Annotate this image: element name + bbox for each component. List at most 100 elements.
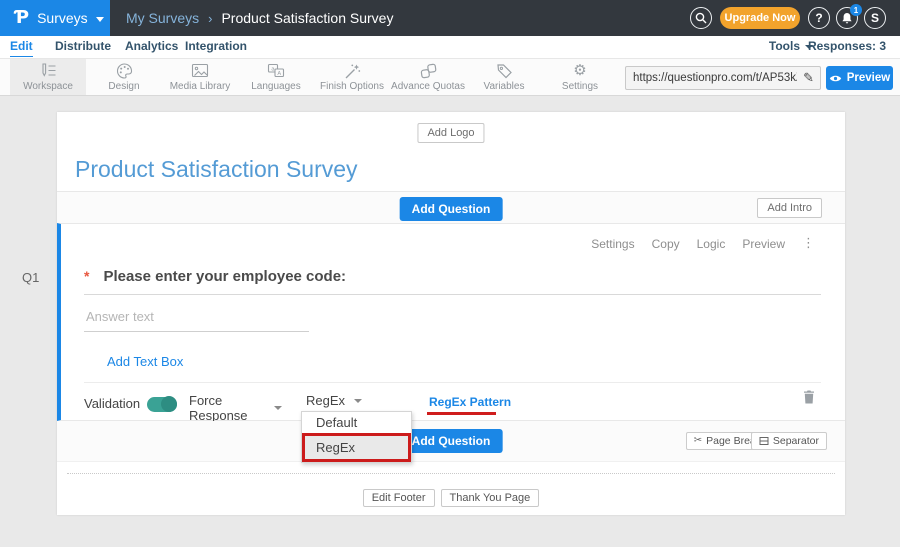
question-number: Q1 [22,270,39,285]
help-button[interactable]: ? [808,7,830,29]
toolbar-label: Finish Options [320,81,384,92]
tag-icon [496,63,513,79]
toggle-knob [161,396,177,412]
search-icon [695,12,707,24]
tab-distribute[interactable]: Distribute [55,39,111,56]
preview-button[interactable]: Preview [826,66,893,90]
help-icon: ? [815,11,822,25]
toolbar-item-finish-options[interactable]: Finish Options [314,59,390,95]
survey-subnav: Edit Distribute Analytics Integration To… [0,36,900,58]
toolbar-item-languages[interactable]: aA Languages [238,59,314,95]
translate-icon: aA [267,63,285,79]
toolbar-label: Design [108,81,139,92]
preview-label: Preview [847,72,890,84]
avatar-initial: S [871,11,879,25]
toolbar-item-workspace[interactable]: Workspace [10,59,86,95]
question-copy-link[interactable]: Copy [652,237,680,251]
menu-option-regex[interactable]: RegEx [302,433,411,462]
question-actions: Settings Copy Logic Preview ⋮ [591,236,815,251]
svg-text:a: a [271,66,274,72]
toolbar-label: Workspace [23,81,73,92]
image-icon [191,63,209,79]
question-text[interactable]: Please enter your employee code: [103,268,346,285]
scissors-icon: ✂ [694,436,702,446]
menu-option-default[interactable]: Default [302,412,411,433]
responses-link[interactable]: Responses: 3 [808,39,886,53]
separator-icon [759,436,769,446]
product-menu-label: Surveys [37,10,88,26]
breadcrumb-my-surveys[interactable]: My Surveys [126,10,199,26]
palette-icon [116,63,133,79]
breadcrumb-current-survey: Product Satisfaction Survey [221,10,393,26]
workspace-icon [39,63,57,79]
tab-analytics[interactable]: Analytics [125,39,178,56]
add-question-button[interactable]: Add Question [400,429,503,453]
app-logo-menu[interactable]: Ƥ Surveys [0,0,110,36]
chevron-down-icon [274,406,282,410]
toolbar-label: Advance Quotas [391,81,465,92]
thank-you-page-button[interactable]: Thank You Page [441,489,540,507]
regex-pattern-link[interactable]: RegEx Pattern [429,395,511,409]
survey-url-value: https://questionpro.com/t/AP53kZgUI [626,72,797,84]
add-question-button[interactable]: Add Question [400,197,503,221]
add-text-box-link[interactable]: Add Text Box [107,354,183,369]
separator-button[interactable]: Separator [751,432,827,450]
toolbar-item-settings[interactable]: ⚙ Settings [542,59,618,95]
question-preview-link[interactable]: Preview [742,237,785,251]
notification-badge: 1 [850,4,862,16]
tab-integration[interactable]: Integration [185,39,247,56]
question-block-q1: Settings Copy Logic Preview ⋮ * Please e… [57,223,845,421]
footer-buttons: Edit Footer Thank You Page [57,489,845,507]
answer-input-underline [84,331,309,332]
force-response-value: Force Response [189,393,265,423]
validation-type-menu: Default RegEx [301,411,412,463]
answer-text-input[interactable]: Answer text [86,309,154,324]
add-question-row-top: Add Question Add Intro [57,192,845,223]
toolbar-label: Media Library [170,81,231,92]
chevron-down-icon [96,17,104,22]
tools-label: Tools [769,39,800,53]
survey-title[interactable]: Product Satisfaction Survey [75,156,358,183]
questionpro-logo-icon: Ƥ [15,9,29,27]
question-settings-link[interactable]: Settings [591,237,634,251]
validation-toggle[interactable] [147,397,177,412]
toolbar-item-advance-quotas[interactable]: Advance Quotas [390,59,466,95]
delete-question-trash-icon[interactable] [803,390,815,404]
add-intro-button[interactable]: Add Intro [757,198,822,218]
required-asterisk: * [84,268,89,284]
question-text-row: * Please enter your employee code: [84,268,346,285]
edit-url-pencil-icon[interactable]: ✎ [797,71,820,86]
editor-toolbar: Workspace Design Media Library aA Langua… [0,58,900,96]
magic-wand-icon [344,63,361,79]
annotation-red-underline [427,412,496,415]
toolbar-label: Languages [251,81,301,92]
toolbar-item-media-library[interactable]: Media Library [162,59,238,95]
validation-type-value: RegEx [306,393,345,408]
search-button[interactable] [690,7,712,29]
top-navbar: Ƥ Surveys My Surveys › Product Satisfact… [0,0,900,36]
upgrade-now-button[interactable]: Upgrade Now [720,7,800,29]
breadcrumb: My Surveys › Product Satisfaction Survey [126,0,393,36]
survey-editor-canvas: Q1 Add Logo Product Satisfaction Survey … [0,96,900,547]
eye-icon [829,74,842,83]
toolbar-item-design[interactable]: Design [86,59,162,95]
tools-menu[interactable]: Tools [769,39,813,53]
footer-dotted-divider [67,473,835,474]
edit-footer-button[interactable]: Edit Footer [363,489,435,507]
toolbar-label: Variables [484,81,525,92]
question-logic-link[interactable]: Logic [697,237,726,251]
svg-text:A: A [277,71,281,77]
chain-links-icon [420,63,437,79]
more-options-icon[interactable]: ⋮ [802,236,815,251]
question-text-underline [84,294,821,295]
tab-edit[interactable]: Edit [10,39,33,57]
user-avatar[interactable]: S [864,7,886,29]
survey-url-field[interactable]: https://questionpro.com/t/AP53kZgUI ✎ [625,66,821,90]
toolbar-item-variables[interactable]: Variables [466,59,542,95]
separator-label: Separator [773,435,819,447]
survey-card: Add Logo Product Satisfaction Survey Add… [57,112,845,515]
add-logo-button[interactable]: Add Logo [417,123,484,143]
breadcrumb-separator-icon: › [208,11,212,26]
divider [84,382,821,383]
notifications-button[interactable]: 1 [836,7,858,29]
